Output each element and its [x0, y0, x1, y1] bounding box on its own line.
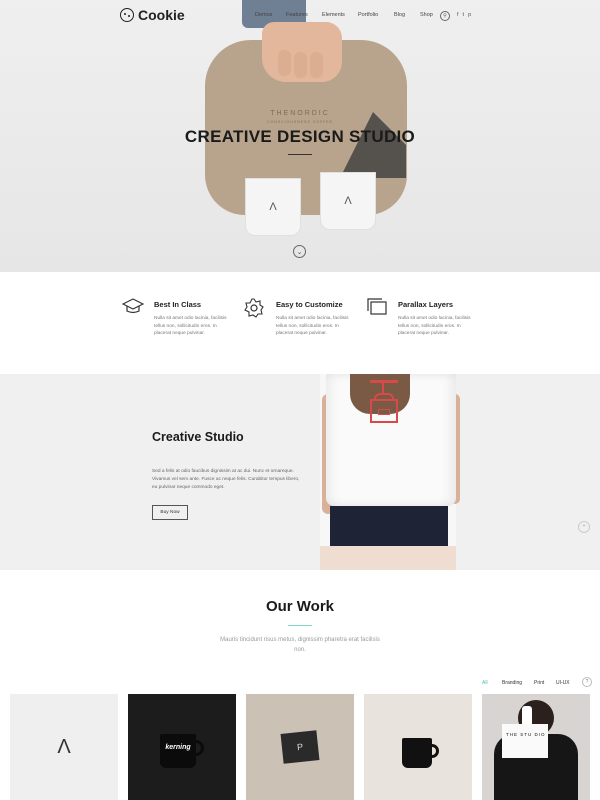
coffee-grinder-icon: [366, 380, 402, 430]
mug-handle: [195, 740, 204, 756]
work-divider: [288, 625, 312, 626]
hero-section: THENORDIC CONSCIOUSNESS COFFEE Λ Λ Cooki…: [0, 0, 600, 272]
main-menu: Demos Features Elements Portfolio Blog S…: [255, 12, 444, 18]
pinterest-icon[interactable]: p: [468, 12, 471, 18]
feature-title: Easy to Customize: [276, 300, 343, 309]
buy-now-button[interactable]: Buy Now: [152, 505, 188, 520]
portfolio-filters: All Branding Print UI-UX: [482, 680, 576, 686]
feature-text: Nulla sit amet odio lacinia, facilisis t…: [398, 316, 471, 336]
hero-divider: [288, 154, 312, 155]
studio-section: Creative Studio Sed a felis at odio fauc…: [0, 374, 600, 570]
top-nav: Cookie Demos Features Elements Portfolio…: [0, 0, 600, 32]
menu-item-features[interactable]: Features: [286, 12, 322, 18]
cookie-icon: [120, 8, 134, 22]
features-section: Best In Class Nulla sit amet odio lacini…: [0, 272, 600, 374]
box-text: THE STU DIO: [506, 732, 546, 737]
work-subtitle: Mauris tincidunt risus metus, dignissim …: [220, 637, 380, 653]
portfolio-item[interactable]: kerning: [128, 694, 236, 800]
work-section: Our Work Mauris tincidunt risus metus, d…: [0, 570, 600, 800]
help-icon[interactable]: ?: [582, 677, 592, 687]
menu-item-elements[interactable]: Elements: [322, 12, 358, 18]
nordic-logo-icon: Λ: [57, 735, 71, 758]
coffee-cup: Λ: [245, 178, 301, 236]
portfolio-item[interactable]: [364, 694, 472, 800]
business-card-image: P: [280, 730, 320, 764]
filter-ui-ux[interactable]: UI-UX: [556, 680, 576, 686]
hero-title: CREATIVE DESIGN STUDIO: [184, 127, 416, 146]
logo-text: Cookie: [138, 7, 185, 23]
product-brand: THENORDIC: [270, 110, 330, 117]
social-links: f t p: [457, 12, 471, 18]
menu-item-demos[interactable]: Demos: [255, 12, 286, 18]
mug-image: [402, 738, 432, 768]
logo[interactable]: Cookie: [120, 7, 185, 23]
chevron-down-icon[interactable]: ⌄: [293, 245, 306, 258]
mortarboard-icon: [121, 298, 145, 316]
portfolio-item[interactable]: P: [246, 694, 354, 800]
product-box: [502, 724, 548, 758]
coffee-cup: Λ: [320, 172, 376, 230]
layers-icon: [366, 298, 388, 316]
finger: [294, 52, 307, 78]
feature-text: Nulla sit amet odio lacinia, facilisis t…: [154, 316, 227, 336]
product-tagline: CONSCIOUSNESS COFFEE: [267, 120, 333, 124]
chevron-up-icon[interactable]: ⌃: [578, 521, 590, 533]
work-title: Our Work: [265, 598, 335, 615]
mug-handle: [431, 744, 439, 758]
search-icon[interactable]: ⚲: [440, 11, 450, 21]
menu-item-portfolio[interactable]: Portfolio: [358, 12, 394, 18]
twitter-icon[interactable]: t: [463, 12, 465, 18]
mug-image: kerning: [160, 734, 196, 768]
feature-text: Nulla sit amet odio lacinia, facilisis t…: [276, 316, 349, 336]
feature-title: Parallax Layers: [398, 300, 454, 309]
finger: [278, 50, 291, 76]
filter-all[interactable]: All: [482, 680, 502, 686]
studio-title: Creative Studio: [152, 430, 244, 444]
filter-print[interactable]: Print: [534, 680, 556, 686]
facebook-icon[interactable]: f: [457, 12, 459, 18]
model-pants: [330, 506, 448, 546]
portfolio-item[interactable]: Λ: [10, 694, 118, 800]
finger: [310, 52, 323, 78]
filter-branding[interactable]: Branding: [502, 680, 534, 686]
menu-item-blog[interactable]: Blog: [394, 12, 420, 18]
model-legs: [320, 546, 456, 570]
gear-icon: [244, 298, 266, 318]
feature-title: Best In Class: [154, 300, 202, 309]
mug-label: kerning: [165, 744, 191, 751]
studio-text: Sed a felis at odio faucibus dignissim a…: [152, 469, 300, 490]
portfolio-item[interactable]: THE STU DIO: [482, 694, 590, 800]
